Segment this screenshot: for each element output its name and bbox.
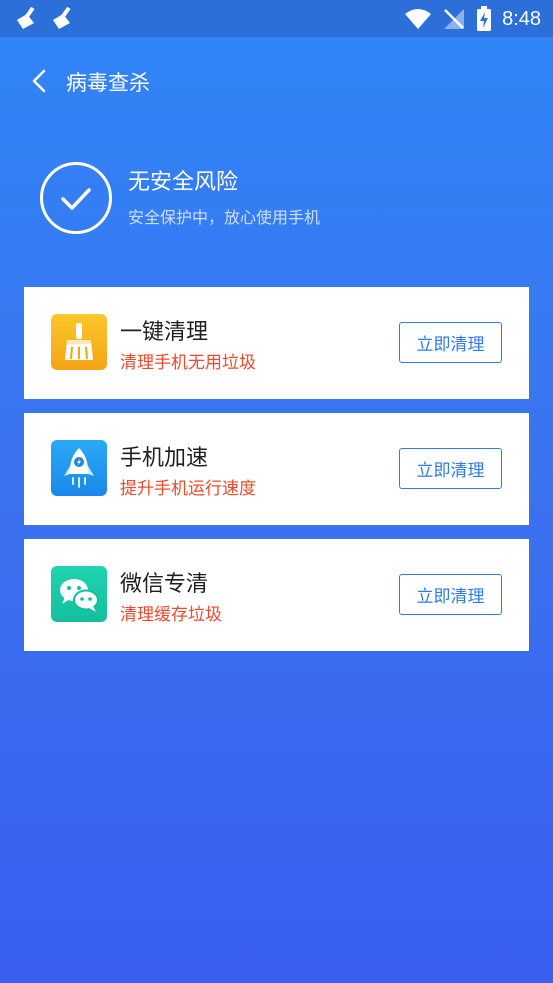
security-status: 无安全风险 安全保护中，放心使用手机 xyxy=(40,160,520,240)
status-left xyxy=(14,6,76,30)
clock: 8:48 xyxy=(502,7,541,30)
card-subtitle: 提升手机运行速度 xyxy=(120,479,256,499)
clean-now-button[interactable]: 立即清理 xyxy=(399,448,502,489)
no-signal-icon xyxy=(444,9,465,29)
page-title: 病毒查杀 xyxy=(66,71,150,95)
card-title: 手机加速 xyxy=(120,446,209,471)
wechat-icon xyxy=(51,566,107,622)
card-phone-speedup: 手机加速 提升手机运行速度 立即清理 xyxy=(24,413,529,525)
rocket-icon xyxy=(51,440,107,496)
status-title: 无安全风险 xyxy=(128,170,239,195)
clean-now-button[interactable]: 立即清理 xyxy=(399,322,502,363)
status-subtitle: 安全保护中，放心使用手机 xyxy=(128,208,321,227)
app-bar: 病毒查杀 xyxy=(0,37,553,125)
card-title: 一键清理 xyxy=(120,320,209,345)
card-wechat-clean: 微信专清 清理缓存垃圾 立即清理 xyxy=(24,539,529,651)
battery-charging-icon xyxy=(477,6,492,31)
clean-now-button[interactable]: 立即清理 xyxy=(399,574,502,615)
card-subtitle: 清理手机无用垃圾 xyxy=(120,353,256,373)
broom-icon xyxy=(17,6,35,29)
status-bar: 8:48 xyxy=(0,0,553,37)
check-circle-icon xyxy=(40,162,112,234)
broom-icon xyxy=(53,6,71,29)
broom-icon xyxy=(51,314,107,370)
card-title: 微信专清 xyxy=(120,572,209,597)
wifi-icon xyxy=(405,9,432,29)
card-one-key-clean: 一键清理 清理手机无用垃圾 立即清理 xyxy=(24,287,529,399)
back-arrow-icon[interactable] xyxy=(26,65,54,97)
card-subtitle: 清理缓存垃圾 xyxy=(120,605,222,625)
status-right: 8:48 xyxy=(404,6,541,32)
